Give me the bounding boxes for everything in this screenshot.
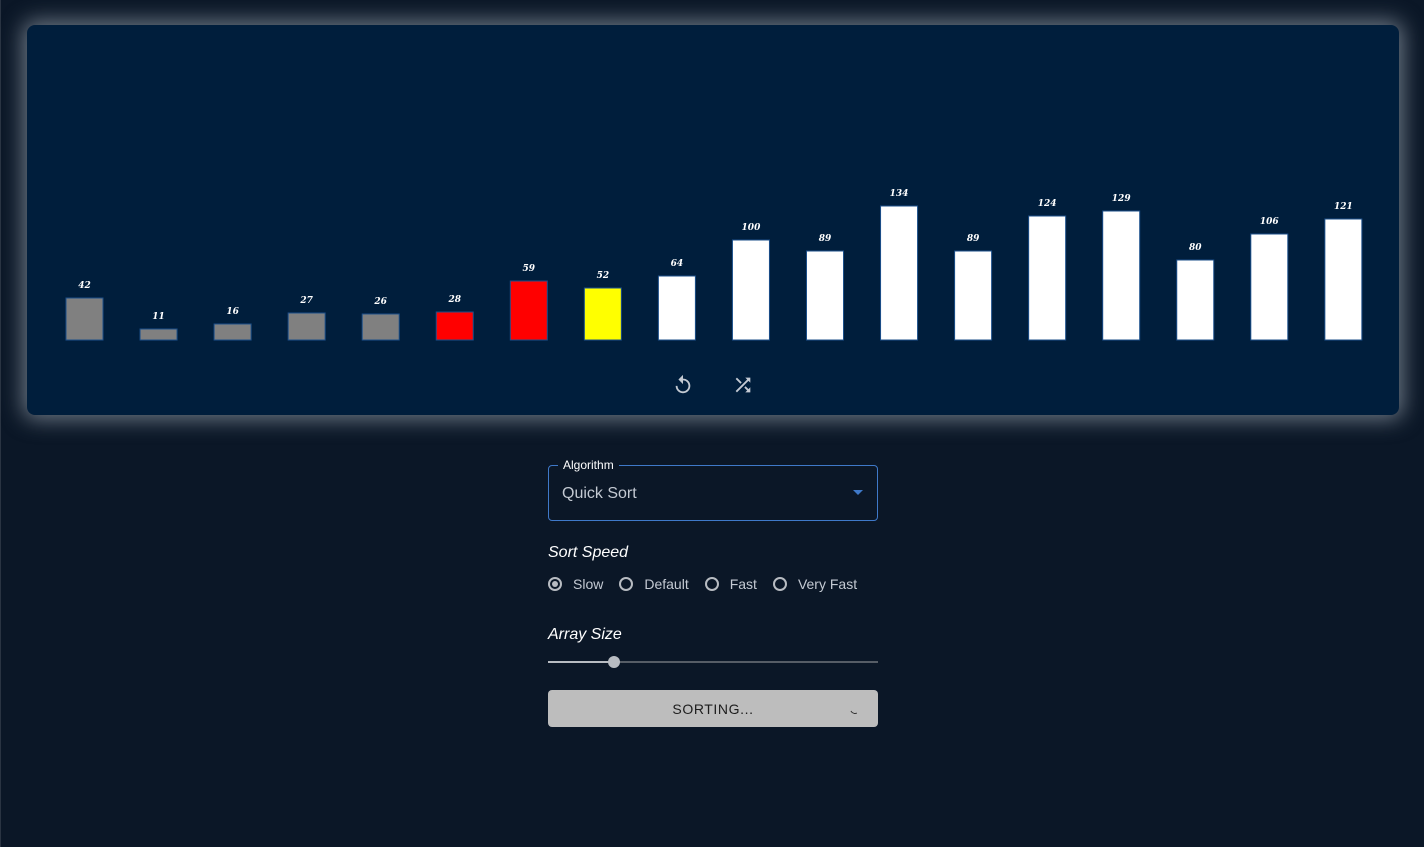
bar-value-label: 59: [523, 264, 536, 274]
speed-option-label: Very Fast: [797, 576, 858, 592]
sort-speed-radio-group: Slow Default Fast Very Fast: [548, 575, 878, 593]
speed-option-label: Default: [644, 576, 689, 592]
bar-12: [954, 250, 993, 341]
bar-value-label: 52: [597, 271, 610, 281]
algorithm-value: Quick Sort: [562, 485, 637, 502]
bar-1: [139, 328, 178, 341]
bar-value-label: 89: [819, 234, 832, 244]
reset-icon: [675, 374, 691, 394]
bar-value-label: 129: [1112, 194, 1132, 204]
sort-button-label: SORTING...: [672, 700, 754, 717]
bar-value-label: 28: [447, 295, 461, 305]
bar-value-label: 27: [299, 296, 313, 306]
radio-icon: [772, 577, 787, 591]
bar-16: [1250, 233, 1289, 341]
bar-8: [657, 275, 696, 341]
bar-value-label: 100: [742, 223, 762, 233]
bar-value-label: 26: [373, 297, 387, 307]
reset-button[interactable]: [670, 372, 696, 398]
algorithm-select[interactable]: Algorithm Quick Sort: [548, 458, 878, 521]
radio-icon: [704, 577, 719, 591]
sort-button[interactable]: SORTING...: [548, 690, 878, 727]
bar-2: [213, 323, 252, 341]
bar-value-label: 106: [1260, 217, 1280, 227]
bar-value-label: 64: [671, 259, 684, 269]
radio-icon: [619, 577, 634, 591]
speed-option-default[interactable]: Default: [619, 576, 689, 592]
bar-value-label: 80: [1189, 243, 1202, 253]
algorithm-label: Algorithm: [558, 458, 619, 472]
shuffle-button[interactable]: [730, 372, 756, 398]
bar-value-label: 89: [967, 234, 980, 244]
array-size-title: Array Size: [548, 626, 622, 643]
visualizer-panel: 42 11 16 27 26 28 59 52 64 100 89 134 89 124 129 80 106 1…: [27, 25, 1399, 415]
bar-7: [583, 287, 622, 341]
bar-13: [1028, 215, 1067, 341]
bar-value-label: 11: [152, 312, 165, 322]
bar-14: [1102, 210, 1141, 341]
bar-value-label: 134: [890, 189, 909, 199]
bar-10: [806, 250, 844, 341]
bar-6: [509, 280, 548, 341]
bar-chart: 42 11 16 27 26 28 59 52 64 100 89 134 89 124 129 80 106 1…: [65, 189, 1363, 341]
speed-option-label: Slow: [573, 576, 604, 592]
sort-speed-title: Sort Speed: [548, 544, 629, 561]
controls-panel: Algorithm Quick Sort Sort Speed Slow Def…: [548, 458, 878, 727]
bar-3: [287, 312, 326, 341]
slider-track: [548, 661, 614, 663]
speed-option-label: Fast: [729, 576, 757, 592]
bar-5: [435, 311, 474, 341]
bar-11: [880, 205, 919, 341]
loading-spinner-icon: [848, 702, 862, 716]
bar-value-label: 42: [78, 281, 91, 291]
bar-value-label: 124: [1038, 199, 1057, 209]
radio-icon: [548, 577, 562, 591]
bar-9: [731, 239, 770, 341]
speed-option-very-fast[interactable]: Very Fast: [772, 576, 858, 592]
bar-value-label: 121: [1334, 202, 1353, 212]
bar-value-label: 16: [226, 307, 239, 317]
shuffle-icon: [735, 377, 751, 393]
bar-15: [1176, 259, 1215, 341]
array-size-slider[interactable]: [548, 652, 878, 672]
bar-0: [65, 297, 104, 341]
speed-option-fast[interactable]: Fast: [704, 576, 757, 592]
speed-option-slow[interactable]: Slow: [548, 576, 603, 592]
app-page: 42 11 16 27 26 28 59 52 64 100 89 134 89 124 129 80 106 1…: [0, 0, 1424, 847]
dropdown-arrow-icon: [853, 490, 863, 495]
slider-thumb[interactable]: [608, 656, 620, 668]
bar-17: [1324, 218, 1363, 341]
bar-4: [361, 313, 400, 341]
